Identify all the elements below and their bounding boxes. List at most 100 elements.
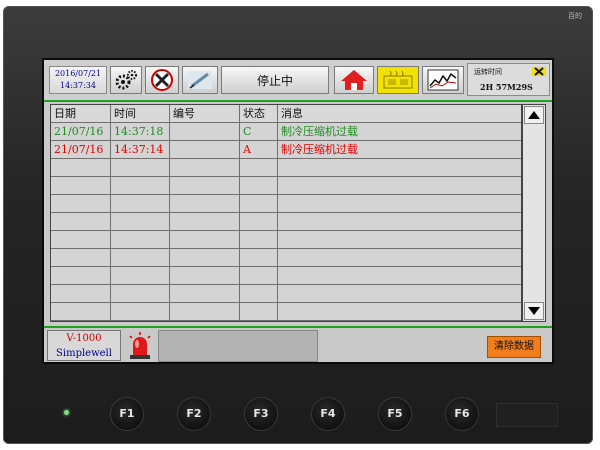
cell-time <box>111 177 170 194</box>
clear-data-button[interactable]: 清除数据 <box>487 336 541 358</box>
cell-time <box>111 213 170 230</box>
cell-state <box>240 303 278 320</box>
cell-time <box>111 267 170 284</box>
table-row[interactable] <box>51 195 521 213</box>
cell-date <box>51 231 111 248</box>
run-status-button[interactable]: 停止中 <box>221 66 329 94</box>
brand-logo: 百的 <box>568 12 582 20</box>
f4-key[interactable]: F4 <box>312 398 344 430</box>
cell-id <box>170 267 240 284</box>
cell-state <box>240 267 278 284</box>
table-row[interactable] <box>51 267 521 285</box>
cell-date <box>51 267 111 284</box>
col-message-header: 消息 <box>278 105 521 122</box>
cell-state <box>240 177 278 194</box>
f3-key[interactable]: F3 <box>245 398 277 430</box>
cell-message <box>278 249 521 266</box>
cell-state: C <box>240 123 278 140</box>
usb-port <box>496 403 558 427</box>
home-icon <box>341 70 367 90</box>
top-toolbar: 2016/07/21 14:37:34 停止中 运转时间 2H 57M29S <box>44 60 552 102</box>
runtime-value: 2H 57M29S <box>480 82 533 92</box>
datetime-display: 2016/07/21 14:37:34 <box>49 66 107 94</box>
table-row[interactable] <box>51 213 521 231</box>
cell-time: 14:37:18 <box>111 123 170 140</box>
cell-message <box>278 231 521 248</box>
f2-key[interactable]: F2 <box>178 398 210 430</box>
pen-icon <box>188 71 212 89</box>
alarm-light-icon[interactable] <box>124 330 156 361</box>
gear-icon <box>115 70 137 90</box>
home-button[interactable] <box>334 66 374 94</box>
scroll-down-button[interactable] <box>524 302 544 320</box>
table-row[interactable] <box>51 159 521 177</box>
hmi-screen: 2016/07/21 14:37:34 停止中 运转时间 2H 57M29S 日… <box>42 58 554 364</box>
maker-name: Simplewell <box>56 348 112 359</box>
cell-date <box>51 303 111 320</box>
cell-message <box>278 303 521 320</box>
cell-id <box>170 177 240 194</box>
cell-id <box>170 249 240 266</box>
table-row[interactable] <box>51 177 521 195</box>
cell-time <box>111 285 170 302</box>
f6-key[interactable]: F6 <box>446 398 478 430</box>
cell-id <box>170 195 240 212</box>
cell-id <box>170 303 240 320</box>
reset-x-icon[interactable] <box>532 67 546 76</box>
cell-state <box>240 285 278 302</box>
cell-time <box>111 159 170 176</box>
scrollbar[interactable] <box>522 104 546 322</box>
arrow-up-icon <box>528 111 540 119</box>
cell-state <box>240 213 278 230</box>
cell-message <box>278 159 521 176</box>
col-id-header: 编号 <box>170 105 240 122</box>
col-time-header: 时间 <box>111 105 170 122</box>
cell-state <box>240 249 278 266</box>
cell-time <box>111 231 170 248</box>
f5-key[interactable]: F5 <box>379 398 411 430</box>
cell-date: 21/07/16 <box>51 141 111 158</box>
settings-button[interactable] <box>110 66 142 94</box>
cell-id <box>170 123 240 140</box>
trend-button[interactable] <box>422 66 464 94</box>
cell-time: 14:37:14 <box>111 141 170 158</box>
cell-date <box>51 213 111 230</box>
scroll-up-button[interactable] <box>524 106 544 124</box>
model-name: V-1000 <box>66 333 102 344</box>
table-row[interactable] <box>51 303 521 321</box>
divider <box>44 326 552 328</box>
tools-button[interactable] <box>145 66 179 94</box>
col-date-header: 日期 <box>51 105 111 122</box>
cell-time <box>111 303 170 320</box>
cell-time <box>111 249 170 266</box>
machine-button[interactable] <box>377 66 419 94</box>
cell-message <box>278 177 521 194</box>
runtime-display: 运转时间 2H 57M29S <box>467 63 550 96</box>
cell-message <box>278 195 521 212</box>
cell-state <box>240 195 278 212</box>
cell-id <box>170 141 240 158</box>
cell-date <box>51 195 111 212</box>
table-row[interactable] <box>51 249 521 267</box>
machine-icon <box>383 70 413 89</box>
table-row[interactable] <box>51 231 521 249</box>
cell-time <box>111 195 170 212</box>
power-led <box>64 410 69 415</box>
cell-id <box>170 159 240 176</box>
edit-button[interactable] <box>182 66 218 94</box>
cell-message <box>278 285 521 302</box>
cell-message: 制冷压缩机过载 <box>281 143 358 156</box>
table-header: 日期 时间 编号 状态 消息 <box>51 105 521 123</box>
table-row[interactable] <box>51 285 521 303</box>
message-bar <box>158 330 318 362</box>
cell-id <box>170 285 240 302</box>
table-row[interactable]: 21/07/16 14:37:14 A 制冷压缩机过载 <box>51 141 521 159</box>
runtime-label: 运转时间 <box>474 68 502 76</box>
cell-id <box>170 231 240 248</box>
table-row[interactable]: 21/07/16 14:37:18 C 制冷压缩机过载 <box>51 123 521 141</box>
cell-date <box>51 249 111 266</box>
cell-state <box>240 231 278 248</box>
f1-key[interactable]: F1 <box>111 398 143 430</box>
cell-message: 制冷压缩机过载 <box>281 125 358 138</box>
trend-chart-icon <box>427 69 459 91</box>
